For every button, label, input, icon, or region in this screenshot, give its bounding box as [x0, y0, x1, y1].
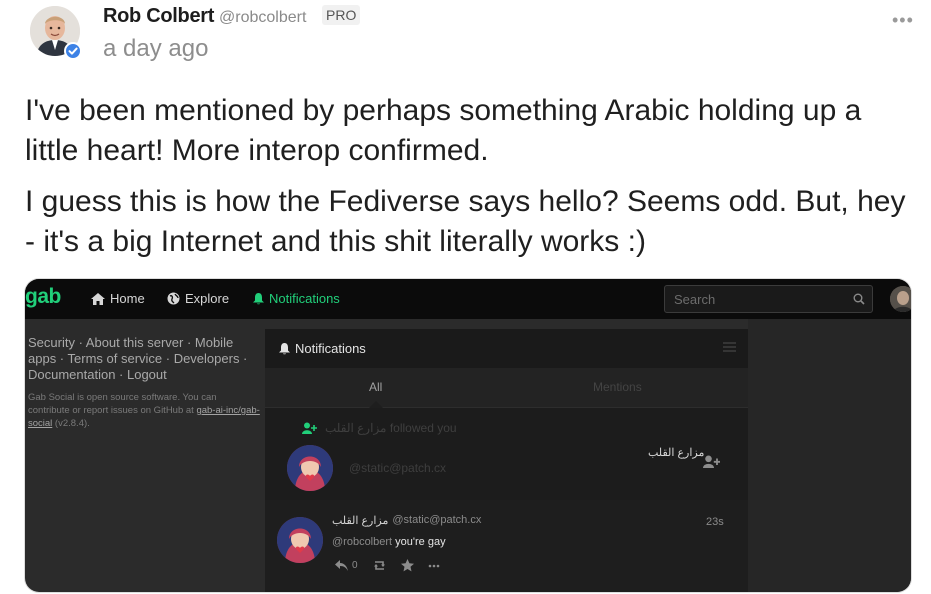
- sidebar-footer: Security · About this server · Mobile ap…: [28, 335, 260, 430]
- user-avatar[interactable]: [890, 286, 911, 312]
- follow-notice: مزارع القلب followed you: [302, 421, 457, 435]
- mention-handle: @static@patch.cx: [392, 514, 482, 526]
- author-name[interactable]: Rob Colbert: [103, 5, 214, 28]
- nav-explore-label: Explore: [185, 291, 230, 306]
- more-icon[interactable]: [428, 564, 440, 568]
- nav-home-label: Home: [110, 291, 145, 306]
- status-actions: 0: [335, 559, 440, 572]
- post-header: Rob Colbert @robcolbert PRO a day ago ••…: [30, 4, 920, 68]
- post-timestamp[interactable]: a day ago: [103, 35, 208, 63]
- follow-back-icon[interactable]: [703, 455, 720, 468]
- search-placeholder: Search: [674, 292, 716, 307]
- sliders-icon[interactable]: [723, 341, 736, 353]
- mention-notification[interactable]: مزارع القلب @static@patch.cx 23s @robcol…: [265, 500, 748, 592]
- footer-links[interactable]: Security · About this server · Mobile ap…: [28, 335, 260, 383]
- gab-navbar: gab Home Explore Notifications Search: [25, 279, 911, 319]
- star-icon[interactable]: [400, 559, 414, 572]
- footer-version: (v2.8.4).: [52, 418, 90, 429]
- verified-check-icon: [64, 42, 82, 60]
- column-title: Notifications: [279, 341, 366, 356]
- nav-home[interactable]: Home: [91, 291, 145, 306]
- right-column: [748, 319, 911, 592]
- mention-author[interactable]: مزارع القلب @static@patch.cx: [332, 514, 481, 527]
- reply-count: 0: [352, 560, 358, 571]
- nav-notifications-label: Notifications: [269, 291, 340, 306]
- follower-avatar[interactable]: [287, 445, 333, 491]
- search-icon[interactable]: [853, 293, 865, 305]
- gab-logo[interactable]: gab: [25, 285, 61, 309]
- post-body: I've been mentioned by perhaps something…: [25, 91, 915, 273]
- reply-icon[interactable]: [335, 560, 348, 571]
- notifications-column: Notifications All Mentions مزارع القلب f…: [265, 329, 748, 592]
- column-header: Notifications: [265, 329, 748, 368]
- post-paragraph: I guess this is how the Fediverse says h…: [25, 185, 906, 258]
- bell-icon: [253, 292, 264, 304]
- post-paragraph: I've been mentioned by perhaps something…: [25, 94, 862, 167]
- embedded-screenshot[interactable]: gab Home Explore Notifications Search Se…: [25, 279, 911, 592]
- mention-content: @robcolbert you're gay: [332, 536, 446, 548]
- home-icon: [91, 292, 105, 305]
- mention-time[interactable]: 23s: [706, 516, 724, 528]
- follower-handle[interactable]: @static@patch.cx: [349, 461, 446, 475]
- bell-icon: [279, 342, 290, 354]
- active-tab-indicator: [369, 401, 383, 408]
- add-user-icon: [302, 422, 317, 434]
- search-input[interactable]: Search: [664, 285, 873, 313]
- footer-about-text: Gab Social is open source software. You …: [28, 392, 217, 416]
- nav-notifications[interactable]: Notifications: [253, 291, 340, 306]
- mentioned-user-link[interactable]: @robcolbert: [332, 536, 392, 548]
- tab-all[interactable]: All: [369, 380, 382, 394]
- mention-display-name: مزارع القلب: [332, 515, 389, 527]
- author-handle[interactable]: @robcolbert: [219, 9, 306, 27]
- footer-about: Gab Social is open source software. You …: [28, 391, 260, 430]
- column-title-label: Notifications: [295, 341, 366, 356]
- more-options-button[interactable]: •••: [892, 10, 914, 31]
- nav-explore[interactable]: Explore: [167, 291, 229, 306]
- author-avatar[interactable]: [30, 6, 82, 62]
- globe-icon: [167, 292, 180, 305]
- follow-notice-text: مزارع القلب followed you: [325, 421, 457, 435]
- notification-tabs: All Mentions: [265, 368, 748, 408]
- follow-notification[interactable]: مزارع القلب followed you @static@patch.c…: [265, 408, 748, 500]
- follower-display-name[interactable]: مزارع القلب: [648, 446, 704, 459]
- pro-badge: PRO: [322, 5, 361, 25]
- mentioner-avatar[interactable]: [277, 517, 323, 563]
- boost-icon[interactable]: [372, 560, 387, 571]
- tab-mentions[interactable]: Mentions: [593, 380, 642, 394]
- mention-message: you're gay: [395, 536, 446, 548]
